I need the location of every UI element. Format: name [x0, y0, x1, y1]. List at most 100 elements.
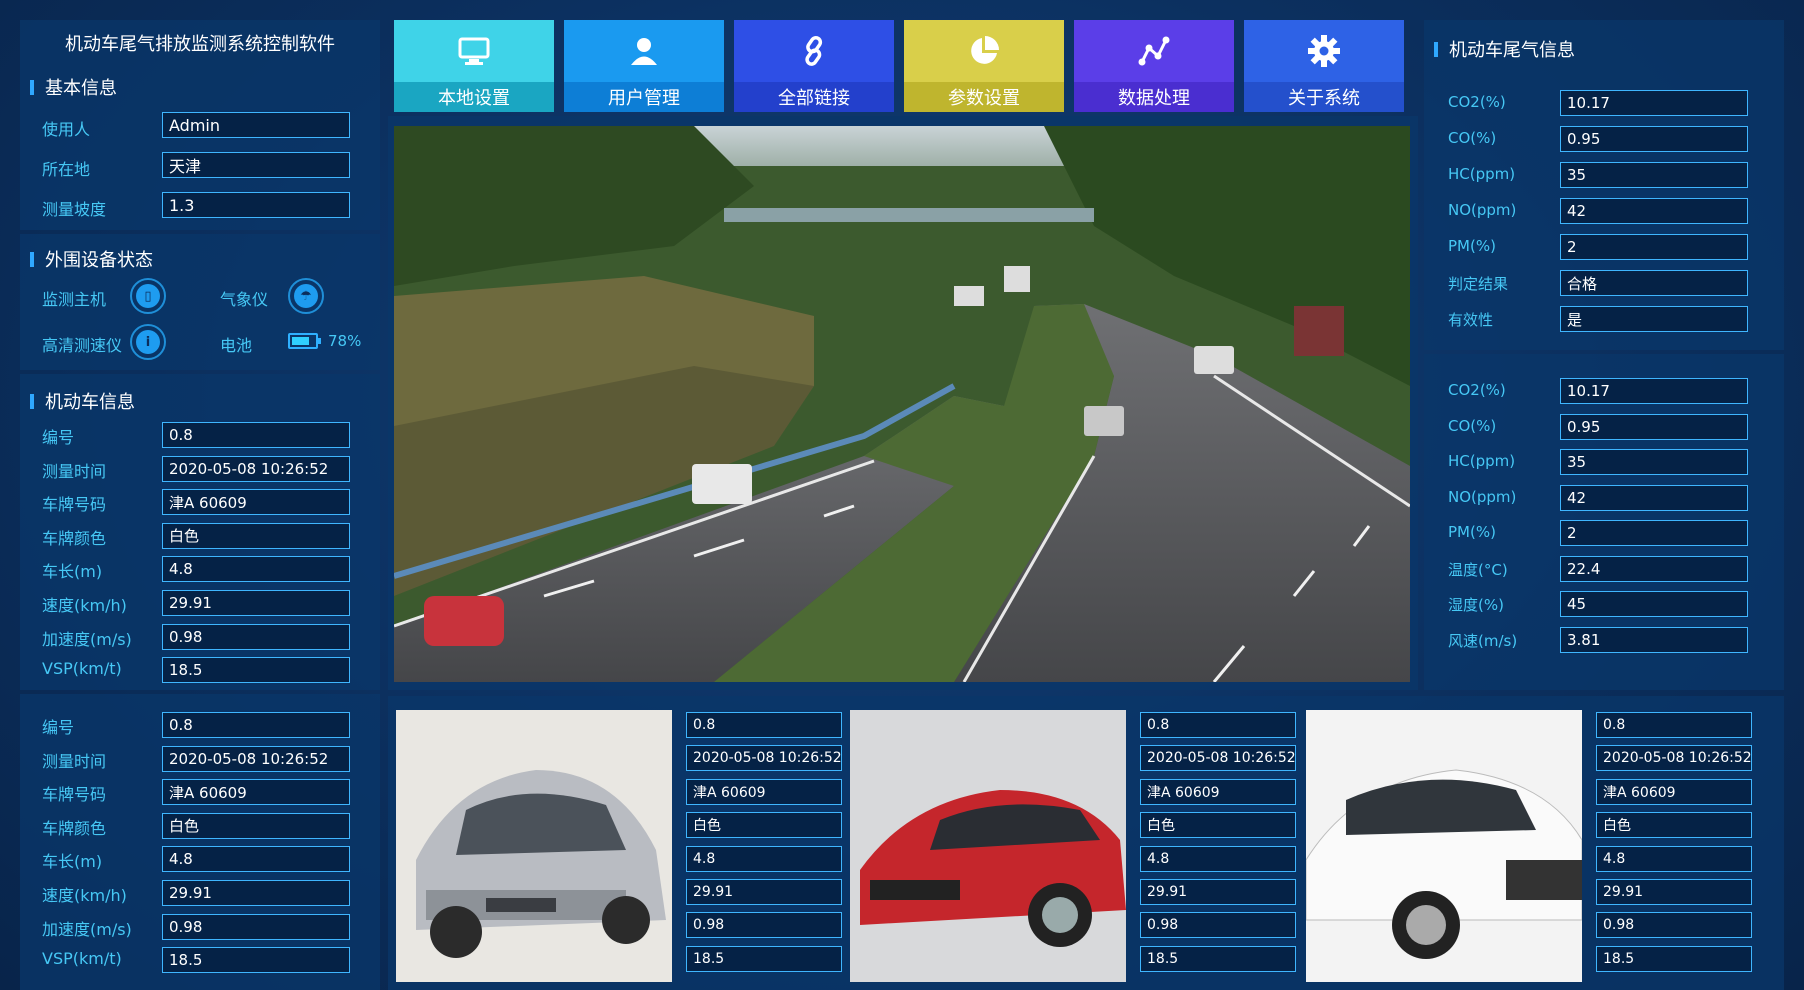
- car-2-field-6[interactable]: 0.98: [1596, 912, 1752, 939]
- exhaust-a-field-2[interactable]: 35: [1560, 162, 1748, 188]
- car-2-field-4[interactable]: 4.8: [1596, 845, 1752, 872]
- vehicle-b-field-3[interactable]: 白色: [162, 812, 350, 839]
- exhaust-b-field-5[interactable]: 22.4: [1560, 555, 1748, 582]
- car-0-field-2[interactable]: 津A 60609: [686, 778, 842, 805]
- car-0-field-7[interactable]: 18.5: [686, 945, 842, 972]
- vehicle-b-field-1[interactable]: 2020-05-08 10:26:52: [162, 745, 350, 772]
- exhaust-a-field-4[interactable]: 2: [1560, 234, 1748, 260]
- exhaust-a-label-5: 判定结果: [1448, 275, 1509, 293]
- exhaust-b-field-1[interactable]: 0.95: [1560, 413, 1748, 440]
- gear-icon: [1244, 20, 1404, 82]
- car-2-field-5[interactable]: 29.91: [1596, 879, 1752, 905]
- user-label: 使用人: [42, 120, 91, 139]
- vehicle-info-header: 机动车信息: [30, 388, 135, 414]
- exhaust-a-label-0: CO2(%): [1448, 93, 1506, 111]
- exhaust-a-field-6[interactable]: 是: [1560, 306, 1748, 332]
- weather-station-label: 气象仪: [220, 290, 269, 309]
- nav-label-5: 关于系统: [1244, 82, 1404, 112]
- vehicle-a-field-1[interactable]: 2020-05-08 10:26:52: [162, 455, 350, 482]
- exhaust-a-label-2: HC(ppm): [1448, 165, 1516, 183]
- car-1-field-2[interactable]: 津A 60609: [1140, 778, 1296, 805]
- speed-camera-icon: i: [130, 324, 166, 360]
- vehicle-b-field-0[interactable]: 0.8: [162, 712, 350, 738]
- car-1-field-5[interactable]: 29.91: [1140, 879, 1296, 905]
- car-2-field-7[interactable]: 18.5: [1596, 945, 1752, 972]
- car-1-field-3[interactable]: 白色: [1140, 812, 1296, 839]
- exhaust-b-field-7[interactable]: 3.81: [1560, 626, 1748, 653]
- exhaust-b-label-7: 风速(m/s): [1448, 631, 1518, 650]
- nav-label-0: 本地设置: [394, 82, 554, 112]
- highway-camera-view: [394, 126, 1410, 682]
- vehicle-a-label-0: 编号: [42, 428, 75, 447]
- vehicle-b-field-4[interactable]: 4.8: [162, 846, 350, 873]
- car-2-field-1[interactable]: 2020-05-08 10:26:52: [1596, 745, 1752, 772]
- vehicle-a-label-3: 车牌颜色: [42, 528, 107, 548]
- car-0-field-1[interactable]: 2020-05-08 10:26:52: [686, 745, 842, 772]
- car-0-field-4[interactable]: 4.8: [686, 845, 842, 872]
- vehicle-b-label-1: 测量时间: [42, 751, 107, 771]
- vehicle-b-field-6[interactable]: 0.98: [162, 913, 350, 940]
- exhaust-a-label-6: 有效性: [1448, 311, 1494, 329]
- exhaust-b-label-1: CO(%): [1448, 416, 1497, 435]
- car-2-field-0[interactable]: 0.8: [1596, 712, 1752, 738]
- exhaust-b-label-5: 温度(°C): [1448, 560, 1508, 579]
- weather-station-icon: ☂: [288, 278, 324, 314]
- vehicle-b-field-2[interactable]: 津A 60609: [162, 779, 350, 806]
- vehicle-a-field-6[interactable]: 0.98: [162, 623, 350, 650]
- vehicle-b-label-0: 编号: [42, 718, 75, 737]
- nav-button-5[interactable]: 关于系统: [1244, 20, 1404, 112]
- exhaust-panel-2: CO2(%) 10.17 CO(%) 0.95 HC(ppm) 35 NO(ppm) 42 PM…: [1424, 354, 1784, 690]
- vehicle-a-field-3[interactable]: 白色: [162, 522, 350, 549]
- nav-button-4[interactable]: 数据处理: [1074, 20, 1234, 112]
- monitor-icon: [394, 20, 554, 82]
- car-1-field-6[interactable]: 0.98: [1140, 912, 1296, 939]
- exhaust-b-field-0[interactable]: 10.17: [1560, 378, 1748, 404]
- exhaust-a-field-3[interactable]: 42: [1560, 198, 1748, 224]
- pie-chart-icon: [904, 20, 1064, 82]
- nav-button-2[interactable]: 全部链接: [734, 20, 894, 112]
- exhaust-a-field-5[interactable]: 合格: [1560, 270, 1748, 296]
- vehicle-b-field-7[interactable]: 18.5: [162, 947, 350, 974]
- car-0-field-6[interactable]: 0.98: [686, 912, 842, 939]
- exhaust-a-field-0[interactable]: 10.17: [1560, 90, 1748, 116]
- car-1-field-4[interactable]: 4.8: [1140, 845, 1296, 872]
- exhaust-b-field-4[interactable]: 2: [1560, 520, 1748, 546]
- exhaust-b-field-2[interactable]: 35: [1560, 449, 1748, 475]
- vehicle-a-label-2: 车牌号码: [42, 495, 107, 515]
- vehicle-a-field-4[interactable]: 4.8: [162, 556, 350, 583]
- vehicle-a-field-5[interactable]: 29.91: [162, 590, 350, 616]
- car-2-field-3[interactable]: 白色: [1596, 812, 1752, 839]
- car-0-field-0[interactable]: 0.8: [686, 712, 842, 738]
- nav-button-3[interactable]: 参数设置: [904, 20, 1064, 112]
- exhaust-b-field-6[interactable]: 45: [1560, 591, 1748, 617]
- nav-button-1[interactable]: 用户管理: [564, 20, 724, 112]
- car-0-field-5[interactable]: 29.91: [686, 879, 842, 905]
- exhaust-b-label-0: CO2(%): [1448, 381, 1506, 399]
- vehicle-a-field-0[interactable]: 0.8: [162, 422, 350, 448]
- device-status-panel: 外围设备状态 监测主机 ▯ 气象仪 ☂ 高清测速仪 i 电池 78%: [20, 234, 380, 370]
- car-1-field-1[interactable]: 2020-05-08 10:26:52: [1140, 745, 1296, 772]
- vehicle-a-field-2[interactable]: 津A 60609: [162, 489, 350, 516]
- exhaust-a-label-3: NO(ppm): [1448, 201, 1517, 219]
- car-0-field-3[interactable]: 白色: [686, 812, 842, 839]
- basic-info-header: 基本信息: [30, 74, 117, 100]
- nav-button-0[interactable]: 本地设置: [394, 20, 554, 112]
- nav-label-3: 参数设置: [904, 82, 1064, 112]
- car-photo-silver-sedan: [396, 710, 672, 982]
- exhaust-b-label-2: HC(ppm): [1448, 452, 1516, 470]
- battery-label: 电池: [220, 336, 253, 355]
- graph-nodes-icon: [1074, 20, 1234, 82]
- car-1-field-7[interactable]: 18.5: [1140, 945, 1296, 972]
- vehicle-a-field-7[interactable]: 18.5: [162, 657, 350, 684]
- location-field[interactable]: 天津: [162, 152, 350, 178]
- vehicle-b-field-5[interactable]: 29.91: [162, 880, 350, 906]
- user-field[interactable]: Admin: [162, 112, 350, 138]
- exhaust-b-label-4: PM(%): [1448, 523, 1496, 541]
- slope-field[interactable]: 1.3: [162, 192, 350, 218]
- exhaust-b-field-3[interactable]: 42: [1560, 484, 1748, 511]
- car-2-field-2[interactable]: 津A 60609: [1596, 778, 1752, 805]
- vehicle-a-label-7: VSP(km/t): [42, 659, 122, 679]
- exhaust-a-field-1[interactable]: 0.95: [1560, 126, 1748, 152]
- car-1-field-0[interactable]: 0.8: [1140, 712, 1296, 738]
- vehicle-a-label-5: 速度(km/h): [42, 596, 127, 615]
